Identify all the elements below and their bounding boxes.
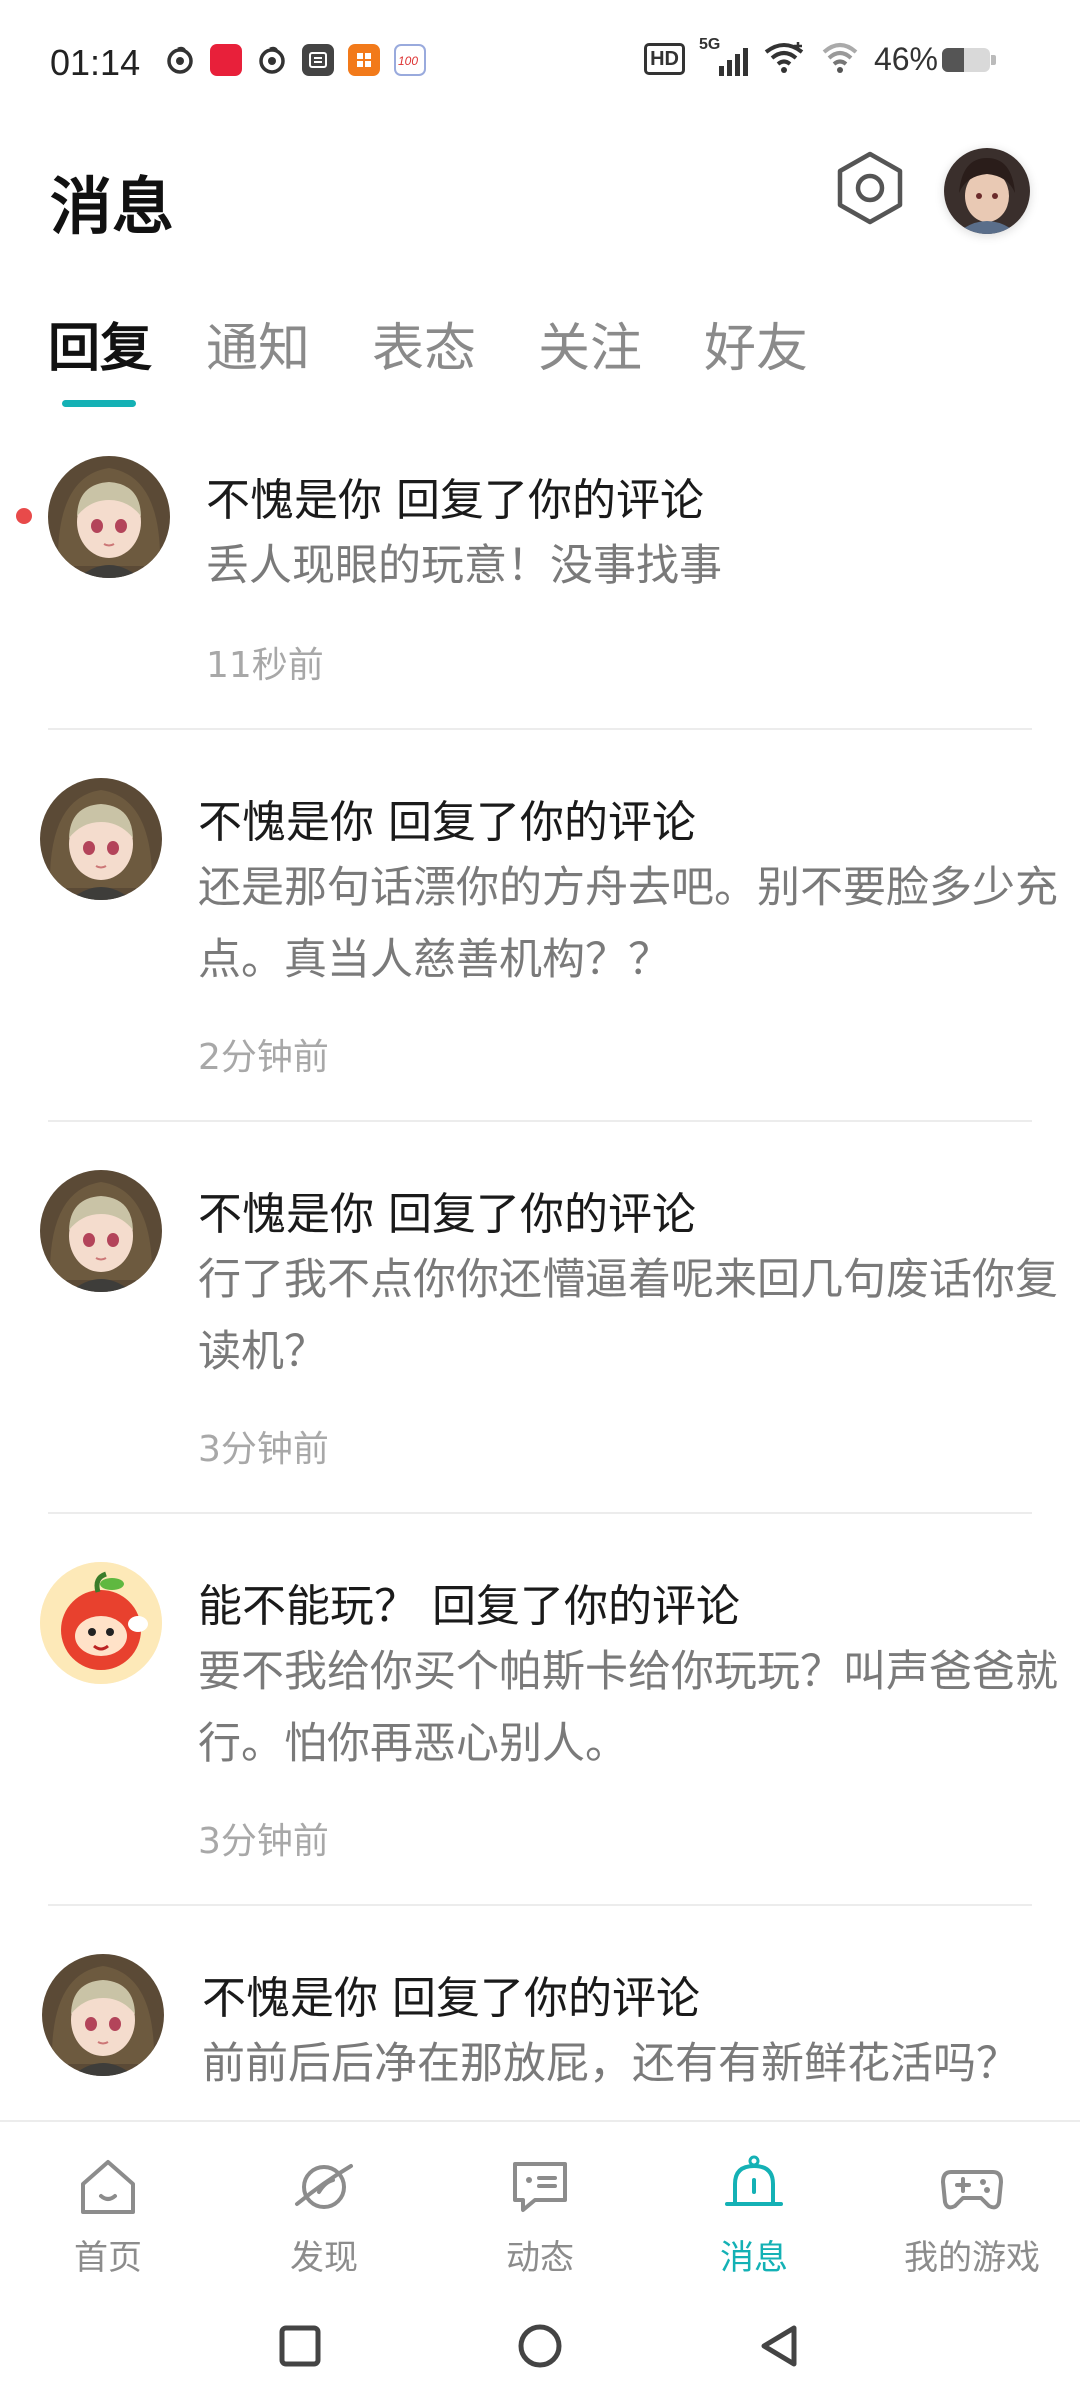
score-100-icon: 100: [394, 44, 426, 76]
message-body: 前前后后净在那放屁，还有有新鲜花活吗？: [202, 2039, 1019, 2089]
nav-label: 消息: [720, 2238, 788, 2278]
nav-discover[interactable]: 发现: [244, 2152, 404, 2279]
profile-avatar[interactable]: [944, 148, 1030, 234]
settings-button[interactable]: [832, 150, 908, 226]
network-type-label: 5G: [698, 36, 721, 53]
hooded-girl-avatar[interactable]: [40, 1170, 162, 1292]
triangle-back-icon: [761, 2325, 797, 2367]
orange-app-icon: [348, 44, 380, 76]
nav-label: 动态: [506, 2238, 574, 2278]
hooded-girl-avatar[interactable]: [42, 1954, 164, 2076]
netease-music-icon: [164, 44, 196, 80]
battery-icon: [942, 48, 990, 72]
back-button[interactable]: [750, 2316, 810, 2376]
page-title: 消息: [50, 170, 175, 243]
message-time: 3分钟前: [198, 1429, 329, 1470]
message-body: 要不我给你买个帕斯卡给你玩玩？叫声爸爸就行。怕你再恶心别人。: [198, 1647, 1058, 1769]
nav-label: 发现: [290, 2238, 358, 2278]
message-time: 11秒前: [206, 645, 324, 686]
bell-icon: [725, 2155, 783, 2206]
home-system-button[interactable]: [510, 2316, 570, 2376]
message-item[interactable]: 不愧是你 回复了你的评论 行了我不点你你还懵逼着呢来回几句废话你复读机？ 3分钟…: [0, 1122, 1080, 1514]
battery-tip: [991, 55, 996, 65]
square-icon: [279, 2325, 321, 2367]
message-title: 不愧是你 回复了你的评论: [206, 475, 704, 526]
svg-text:100: 100: [398, 54, 418, 67]
bottom-nav: 首页 发现 动态 消息 我的游戏: [0, 2120, 1080, 2284]
red-app-icon: [210, 44, 242, 76]
system-nav-bar: [0, 2284, 1080, 2408]
nav-label: 我的游戏: [904, 2238, 1040, 2278]
message-title: 不愧是你 回复了你的评论: [198, 1189, 696, 1240]
tab-reaction[interactable]: 表态: [372, 306, 476, 381]
message-item[interactable]: 能不能玩？ 回复了你的评论 要不我给你买个帕斯卡给你玩玩？叫声爸爸就行。怕你再恶…: [0, 1514, 1080, 1906]
message-title: 不愧是你 回复了你的评论: [202, 1973, 700, 2024]
message-item[interactable]: 不愧是你 回复了你的评论 丢人现眼的玩意！没事找事 11秒前: [0, 440, 1080, 730]
settings-hexagon-icon: [837, 151, 903, 225]
message-list: 不愧是你 回复了你的评论 丢人现眼的玩意！没事找事 11秒前 不愧是你 回复了你…: [0, 440, 1080, 2120]
nav-feed[interactable]: 动态: [460, 2152, 620, 2279]
message-item[interactable]: 不愧是你 回复了你的评论 还是那句话漂你的方舟去吧。别不要脸多少充点。真当人慈善…: [0, 730, 1080, 1122]
wifi-icon: [820, 40, 860, 78]
notification-icons: 100: [164, 44, 426, 80]
planet-icon: [295, 2164, 353, 2209]
nav-messages[interactable]: 消息: [674, 2152, 834, 2279]
nav-label: 首页: [74, 2238, 142, 2278]
message-tabs: 回复 通知 表态 关注 好友: [0, 306, 1080, 416]
hooded-girl-avatar[interactable]: [40, 778, 162, 900]
status-time: 01:14: [50, 42, 141, 83]
nav-home[interactable]: 首页: [28, 2152, 188, 2279]
unread-dot: [16, 508, 32, 524]
message-body: 行了我不点你你还懵逼着呢来回几句废话你复读机？: [198, 1255, 1058, 1377]
hooded-girl-avatar[interactable]: [48, 456, 170, 578]
tab-friends[interactable]: 好友: [704, 306, 808, 381]
cellular-signal-icon: 5G: [699, 36, 748, 76]
netease-music-icon-2: [256, 44, 288, 80]
message-body: 丢人现眼的玩意！没事找事: [206, 541, 722, 591]
circle-icon: [518, 2324, 562, 2368]
message-title: 不愧是你 回复了你的评论: [198, 797, 696, 848]
tab-notification[interactable]: 通知: [206, 306, 310, 381]
battery-fill: [942, 48, 965, 72]
message-body: 还是那句话漂你的方舟去吧。别不要脸多少充点。真当人慈善机构？？: [198, 863, 1058, 985]
message-item[interactable]: 不愧是你 回复了你的评论 前前后后净在那放屁，还有有新鲜花活吗？: [0, 1906, 1080, 2120]
nav-my-games[interactable]: 我的游戏: [892, 2152, 1052, 2279]
battery-percent: 46%: [873, 40, 938, 77]
gamepad-icon: [941, 2170, 1003, 2210]
tab-active-indicator: [62, 400, 136, 407]
message-time: 2分钟前: [198, 1037, 329, 1078]
status-right: HD 5G 46%: [644, 36, 938, 78]
recent-apps-button[interactable]: [270, 2316, 330, 2376]
taobao-icon: [302, 44, 334, 76]
chat-icon: [513, 2162, 567, 2212]
tab-follow[interactable]: 关注: [538, 306, 642, 381]
tab-reply[interactable]: 回复: [48, 306, 152, 381]
cartoon-apple-avatar[interactable]: [40, 1562, 162, 1684]
hd-badge: HD: [644, 43, 685, 75]
home-icon: [81, 2160, 135, 2214]
message-title: 能不能玩？ 回复了你的评论: [198, 1581, 740, 1632]
status-bar: 01:14 100 HD 5G 46%: [0, 0, 1080, 130]
wifi-plus-icon: [762, 40, 806, 78]
message-time: 3分钟前: [198, 1821, 329, 1862]
